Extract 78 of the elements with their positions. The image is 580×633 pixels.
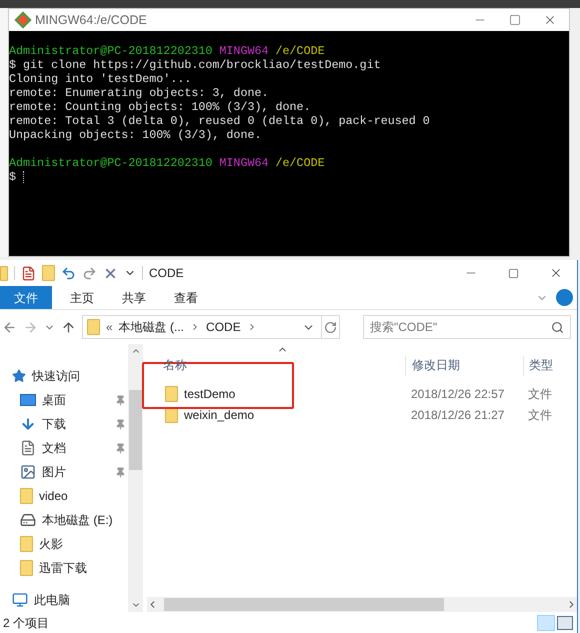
modified-date: 2018/12/26 22:57 <box>410 386 506 402</box>
folder-icon <box>20 488 33 504</box>
sidebar-item[interactable]: 此电脑 <box>12 592 128 608</box>
horizontal-scrollbar[interactable] <box>147 597 577 612</box>
folder-icon <box>20 536 33 552</box>
sidebar-item[interactable]: video <box>12 488 128 504</box>
new-folder-icon <box>42 265 55 281</box>
maximize-button[interactable] <box>509 14 521 26</box>
terminal-text: $ git clone https://github.com/brockliao/testDemo.git <box>9 58 381 72</box>
modified-date: 2018/12/26 21:27 <box>410 406 506 424</box>
ribbon-tab[interactable]: 查看 <box>160 286 212 309</box>
breadcrumb[interactable]: CODE <box>206 318 241 336</box>
window-title: CODE <box>149 265 184 282</box>
download-icon <box>20 416 36 432</box>
search-field[interactable]: 搜索"CODE" <box>363 315 571 339</box>
back-button[interactable] <box>2 320 17 334</box>
window-title: MINGW64:/e/CODE <box>35 12 147 29</box>
sidebar-item[interactable]: 下载 <box>12 416 128 432</box>
sidebar-item[interactable]: 文档 <box>12 440 128 456</box>
drive-icon <box>20 512 36 528</box>
terminal-text: /e/CODE <box>276 44 325 58</box>
terminal-text: Cloning into 'testDemo'... <box>9 72 192 86</box>
terminal-text: Administrator@PC-201812202310 <box>9 156 212 170</box>
cursor <box>23 171 24 183</box>
help-icon[interactable] <box>556 289 573 306</box>
file-type: 文件 <box>527 406 552 424</box>
document-icon <box>20 440 36 456</box>
computer-icon <box>12 592 28 608</box>
desktop-icon <box>20 394 36 406</box>
breadcrumb[interactable]: 本地磁盘 (... <box>118 318 184 336</box>
terminal-text: MINGW64 <box>219 156 269 170</box>
ribbon-tab[interactable]: 主页 <box>56 286 108 309</box>
address-bar[interactable]: « 本地磁盘 (... CODE <box>82 315 340 339</box>
folder-icon <box>87 319 100 335</box>
file-row[interactable]: weixin_demo 2018/12/26 21:27 文件 <box>147 405 577 424</box>
column-header[interactable]: 修改日期 <box>405 356 523 376</box>
file-name: testDemo <box>184 386 236 402</box>
column-header[interactable]: 类型 <box>523 356 577 376</box>
sidebar-item[interactable]: 本地磁盘 (E:) <box>12 512 128 528</box>
breadcrumb-overflow[interactable]: « <box>106 318 113 336</box>
status-text: 2 个项目 <box>3 614 50 632</box>
up-button[interactable] <box>61 320 76 334</box>
sidebar-item[interactable]: 火影 <box>12 536 128 552</box>
folder-icon <box>165 386 178 402</box>
terminal-text: remote: Counting objects: 100% (3/3), done. <box>9 100 311 114</box>
terminal-text: Unpacking objects: 100% (3/3), done. <box>9 128 262 142</box>
scrollbar[interactable] <box>128 344 143 612</box>
picture-icon <box>20 464 36 480</box>
pin-icon[interactable] <box>115 394 126 406</box>
large-icons-view-button[interactable] <box>557 616 573 630</box>
terminal-text: MINGW64 <box>219 44 269 58</box>
pin-icon[interactable] <box>115 442 126 454</box>
sidebar-item[interactable]: 迅雷下载 <box>12 560 128 576</box>
folder-icon <box>20 560 33 576</box>
sidebar-item[interactable]: 桌面 <box>12 392 128 408</box>
properties-icon[interactable] <box>21 266 36 280</box>
sidebar-item[interactable]: 快速访问 <box>12 368 128 384</box>
folder-icon <box>0 266 8 280</box>
file-type: 文件 <box>527 386 552 402</box>
ribbon-tab[interactable]: 共享 <box>108 286 160 309</box>
search-input[interactable]: 搜索"CODE" <box>370 318 551 336</box>
refresh-icon[interactable] <box>324 320 337 334</box>
undo-icon[interactable] <box>61 266 76 280</box>
star-icon <box>12 369 26 383</box>
redo-icon[interactable] <box>82 266 97 280</box>
file-name: weixin_demo <box>184 406 254 424</box>
terminal-text: remote: Enumerating objects: 3, done. <box>9 86 269 100</box>
pin-icon[interactable] <box>115 418 126 430</box>
sidebar-item[interactable]: 图片 <box>12 464 128 480</box>
search-icon <box>551 320 564 334</box>
terminal-text: /e/CODE <box>276 156 325 170</box>
ribbon-tab[interactable]: 文件 <box>0 286 52 309</box>
terminal-text: remote: Total 3 (delta 0), reused 0 (delta 0), pack-reused 0 <box>9 114 430 128</box>
terminal-text: $ <box>9 170 16 184</box>
maximize-button[interactable] <box>508 268 519 278</box>
pin-icon[interactable] <box>115 466 126 478</box>
file-row[interactable]: testDemo 2018/12/26 22:57 文件 <box>147 384 577 403</box>
terminal-text: Administrator@PC-201812202310 <box>9 44 212 58</box>
